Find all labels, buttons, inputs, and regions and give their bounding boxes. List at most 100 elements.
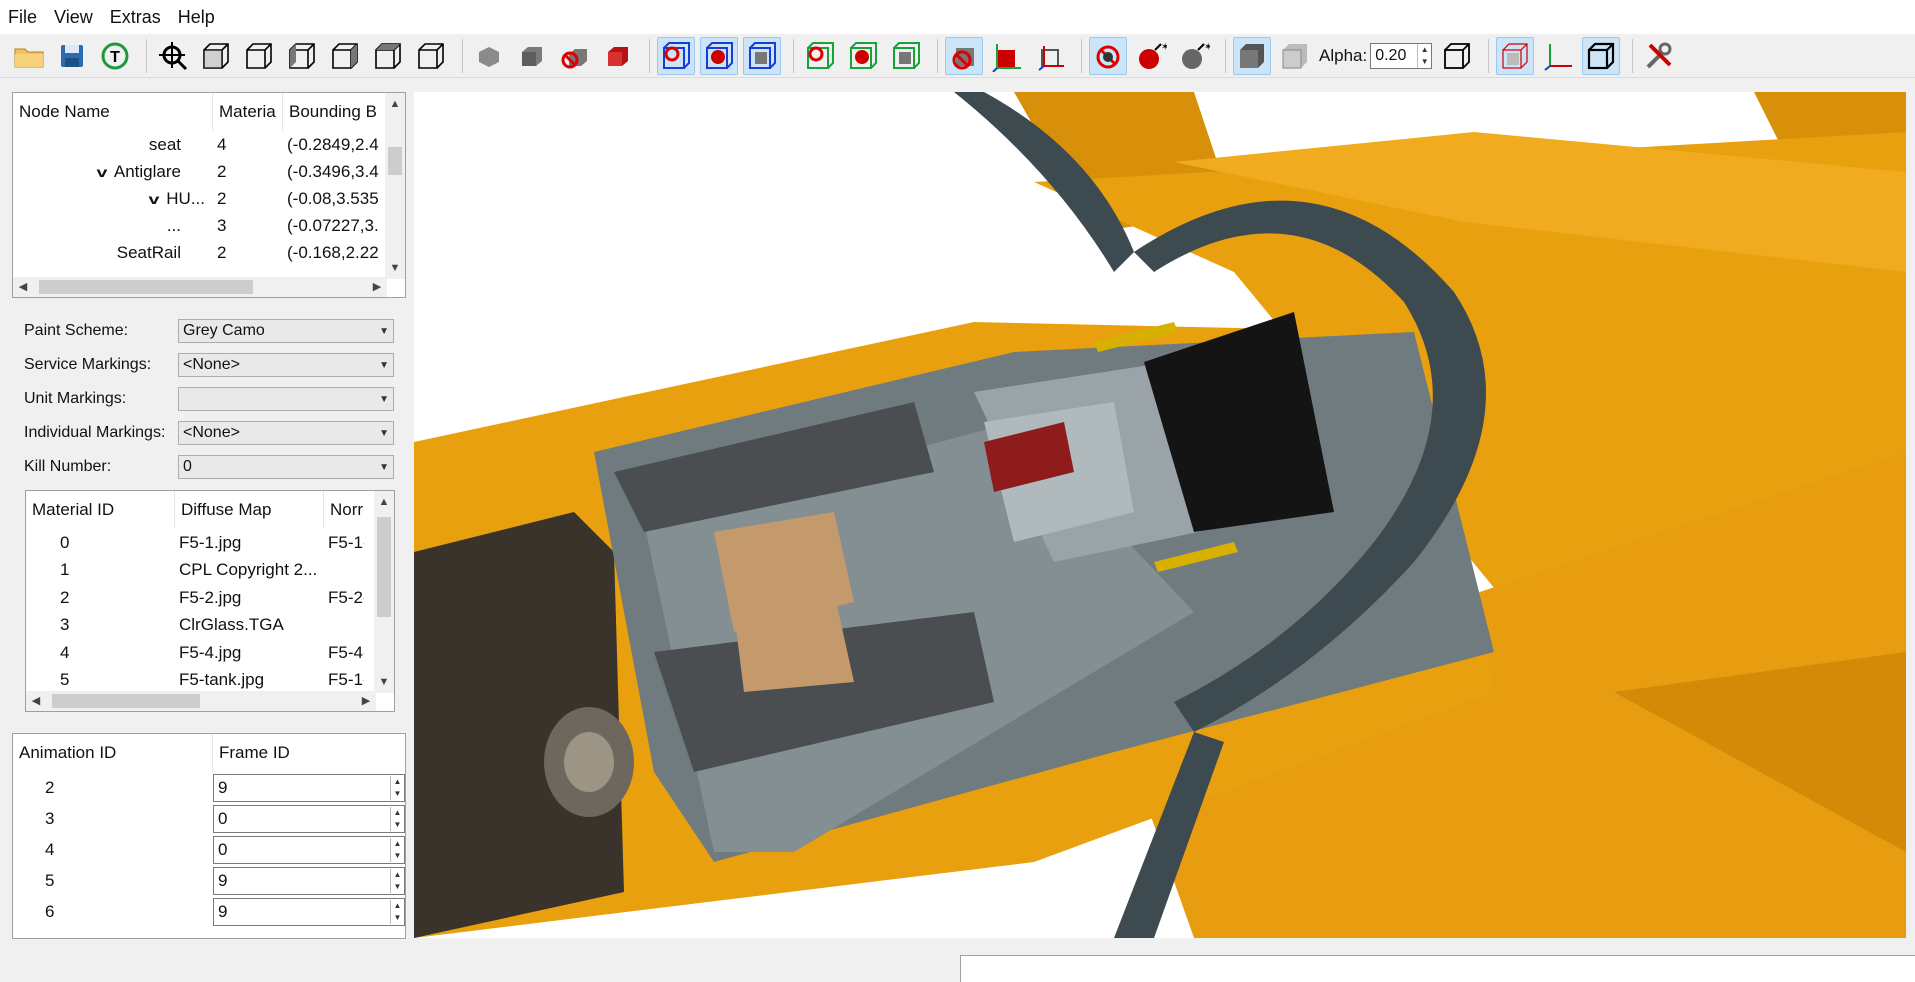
save-disk-icon[interactable] — [53, 37, 91, 75]
scroll-up-icon[interactable]: ▲ — [374, 491, 394, 513]
scroll-right-icon[interactable]: ▶ — [356, 691, 376, 711]
scroll-left-icon[interactable]: ◀ — [26, 691, 46, 711]
frame-id-spinbox[interactable]: 0 ▲ ▼ — [213, 804, 405, 833]
scroll-left-icon[interactable]: ◀ — [13, 277, 33, 297]
spin-down-icon[interactable]: ▼ — [1418, 56, 1431, 68]
bounding-box-icon[interactable] — [1496, 36, 1535, 75]
transparent-box-icon[interactable] — [1276, 37, 1314, 75]
frame-id-value[interactable]: 0 — [218, 809, 227, 829]
shade-solid-icon[interactable] — [513, 37, 551, 75]
wire-box-icon[interactable] — [1438, 37, 1476, 75]
kill-number-select[interactable]: 0 ▼ — [178, 455, 394, 479]
node-tree-hscroll[interactable]: ◀ ▶ — [13, 277, 387, 297]
frame-id-value[interactable]: 9 — [218, 871, 227, 891]
menu-help[interactable]: Help — [178, 7, 226, 28]
spin-up-icon[interactable]: ▲ — [1418, 44, 1431, 56]
bomb-grey-icon[interactable]: ✶ — [1175, 37, 1213, 75]
solid-box-icon[interactable] — [1233, 36, 1271, 75]
blue-wire-red-icon[interactable] — [700, 36, 738, 75]
menu-file[interactable]: File — [8, 7, 48, 28]
shade-red-no-icon[interactable] — [556, 37, 594, 75]
frame-id-spinbox[interactable]: 9 ▲ ▼ — [213, 773, 405, 802]
unit-markings-select[interactable]: ▼ — [178, 387, 394, 411]
materials-hscroll[interactable]: ◀ ▶ — [26, 691, 376, 711]
individual-markings-select[interactable]: <None> ▼ — [178, 421, 394, 445]
scroll-thumb[interactable] — [388, 147, 402, 175]
tree-row[interactable]: ... 3 (-0.07227,3. — [13, 212, 405, 239]
tree-row[interactable]: SeatRail 2 (-0.168,2.22 — [13, 239, 405, 266]
frame-id-spinbox[interactable]: 9 ▲ ▼ — [213, 866, 405, 895]
material-row[interactable]: 2 F5-2.jpg F5-2- — [26, 584, 394, 612]
scroll-down-icon[interactable]: ▼ — [385, 257, 405, 279]
spin-up-icon[interactable]: ▲ — [391, 807, 404, 819]
paint-scheme-select[interactable]: Grey Camo ▼ — [178, 319, 394, 343]
green-wire-grey-icon[interactable] — [887, 37, 925, 75]
column-header-material-id[interactable]: Material ID — [26, 491, 175, 529]
material-row[interactable]: 3 ClrGlass.TGA — [26, 612, 394, 640]
scroll-thumb[interactable] — [39, 280, 253, 294]
green-wire-no-icon[interactable] — [801, 37, 839, 75]
frame-id-value[interactable]: 0 — [218, 840, 227, 860]
material-row[interactable]: 1 CPL Copyright 2... — [26, 557, 394, 585]
shade-red-cube-icon[interactable] — [599, 37, 637, 75]
menu-view[interactable]: View — [54, 7, 104, 28]
view-cube-back-icon[interactable] — [240, 37, 278, 75]
scroll-down-icon[interactable]: ▼ — [374, 671, 394, 693]
column-header-diffuse-map[interactable]: Diffuse Map — [175, 491, 324, 529]
view-cube-left-icon[interactable] — [283, 37, 321, 75]
scroll-right-icon[interactable]: ▶ — [367, 277, 387, 297]
chevron-down-icon[interactable]: v — [97, 164, 108, 180]
material-row[interactable]: 5 F5-tank.jpg F5-1- — [26, 667, 394, 695]
column-header-node-name[interactable]: Node Name — [13, 93, 213, 131]
column-header-animation-id[interactable]: Animation ID — [13, 734, 213, 772]
spin-up-icon[interactable]: ▲ — [391, 869, 404, 881]
menu-extras[interactable]: Extras — [110, 7, 172, 28]
spin-up-icon[interactable]: ▲ — [391, 900, 404, 912]
blue-wire-grey-icon[interactable] — [743, 36, 781, 75]
column-header-bounding-box[interactable]: Bounding B — [283, 93, 387, 131]
frame-id-value[interactable]: 9 — [218, 902, 227, 922]
column-header-normal-map[interactable]: Norr — [324, 491, 376, 529]
node-tree-vscroll[interactable]: ▲ ▼ — [385, 93, 405, 279]
materials-vscroll[interactable]: ▲ ▼ — [374, 491, 394, 693]
alpha-spinbox[interactable]: 0.20 ▲ ▼ — [1370, 42, 1433, 69]
spin-down-icon[interactable]: ▼ — [391, 819, 404, 831]
scroll-thumb[interactable] — [377, 517, 391, 617]
tree-row[interactable]: seat 4 (-0.2849,2.4 — [13, 131, 405, 158]
scroll-up-icon[interactable]: ▲ — [385, 93, 405, 115]
texture-refresh-icon[interactable]: T — [96, 37, 134, 75]
tools-icon[interactable] — [1640, 37, 1678, 75]
frame-id-spinbox[interactable]: 9 ▲ ▼ — [213, 897, 405, 926]
outline-box-icon[interactable] — [1582, 36, 1621, 75]
blue-wire-no-icon[interactable] — [657, 36, 695, 75]
material-row[interactable]: 0 F5-1.jpg F5-1- — [26, 529, 394, 557]
alpha-value[interactable]: 0.20 — [1375, 47, 1406, 65]
green-wire-red-icon[interactable] — [844, 37, 882, 75]
frame-id-value[interactable]: 9 — [218, 778, 227, 798]
tree-row[interactable]: v Antiglare 2 (-0.3496,3.4 — [13, 158, 405, 185]
spin-up-icon[interactable]: ▲ — [391, 776, 404, 788]
shade-hook-icon[interactable] — [470, 37, 508, 75]
view-cube-top-icon[interactable] — [369, 37, 407, 75]
zoom-target-icon[interactable] — [154, 37, 192, 75]
material-row[interactable]: 4 F5-4.jpg F5-4- — [26, 639, 394, 667]
frame-id-spinbox[interactable]: 0 ▲ ▼ — [213, 835, 405, 864]
service-markings-select[interactable]: <None> ▼ — [178, 353, 394, 377]
open-folder-icon[interactable] — [10, 37, 48, 75]
axis-red-icon[interactable] — [988, 37, 1026, 75]
spin-down-icon[interactable]: ▼ — [391, 788, 404, 800]
scroll-thumb[interactable] — [52, 694, 200, 708]
view-cube-front-icon[interactable] — [197, 37, 235, 75]
bomb-red-icon[interactable]: ✶ — [1132, 37, 1170, 75]
lights-off-icon[interactable] — [945, 36, 983, 75]
3d-viewport[interactable] — [414, 92, 1906, 938]
spin-down-icon[interactable]: ▼ — [391, 912, 404, 924]
tree-row[interactable]: v HU... 2 (-0.08,3.535 — [13, 185, 405, 212]
spin-down-icon[interactable]: ▼ — [391, 850, 404, 862]
column-header-frame-id[interactable]: Frame ID — [213, 734, 405, 772]
spin-down-icon[interactable]: ▼ — [391, 881, 404, 893]
axis-box-icon[interactable] — [1031, 37, 1069, 75]
bomb-no-icon[interactable] — [1089, 36, 1127, 75]
axes-icon[interactable] — [1539, 37, 1577, 75]
view-cube-right-icon[interactable] — [326, 37, 364, 75]
